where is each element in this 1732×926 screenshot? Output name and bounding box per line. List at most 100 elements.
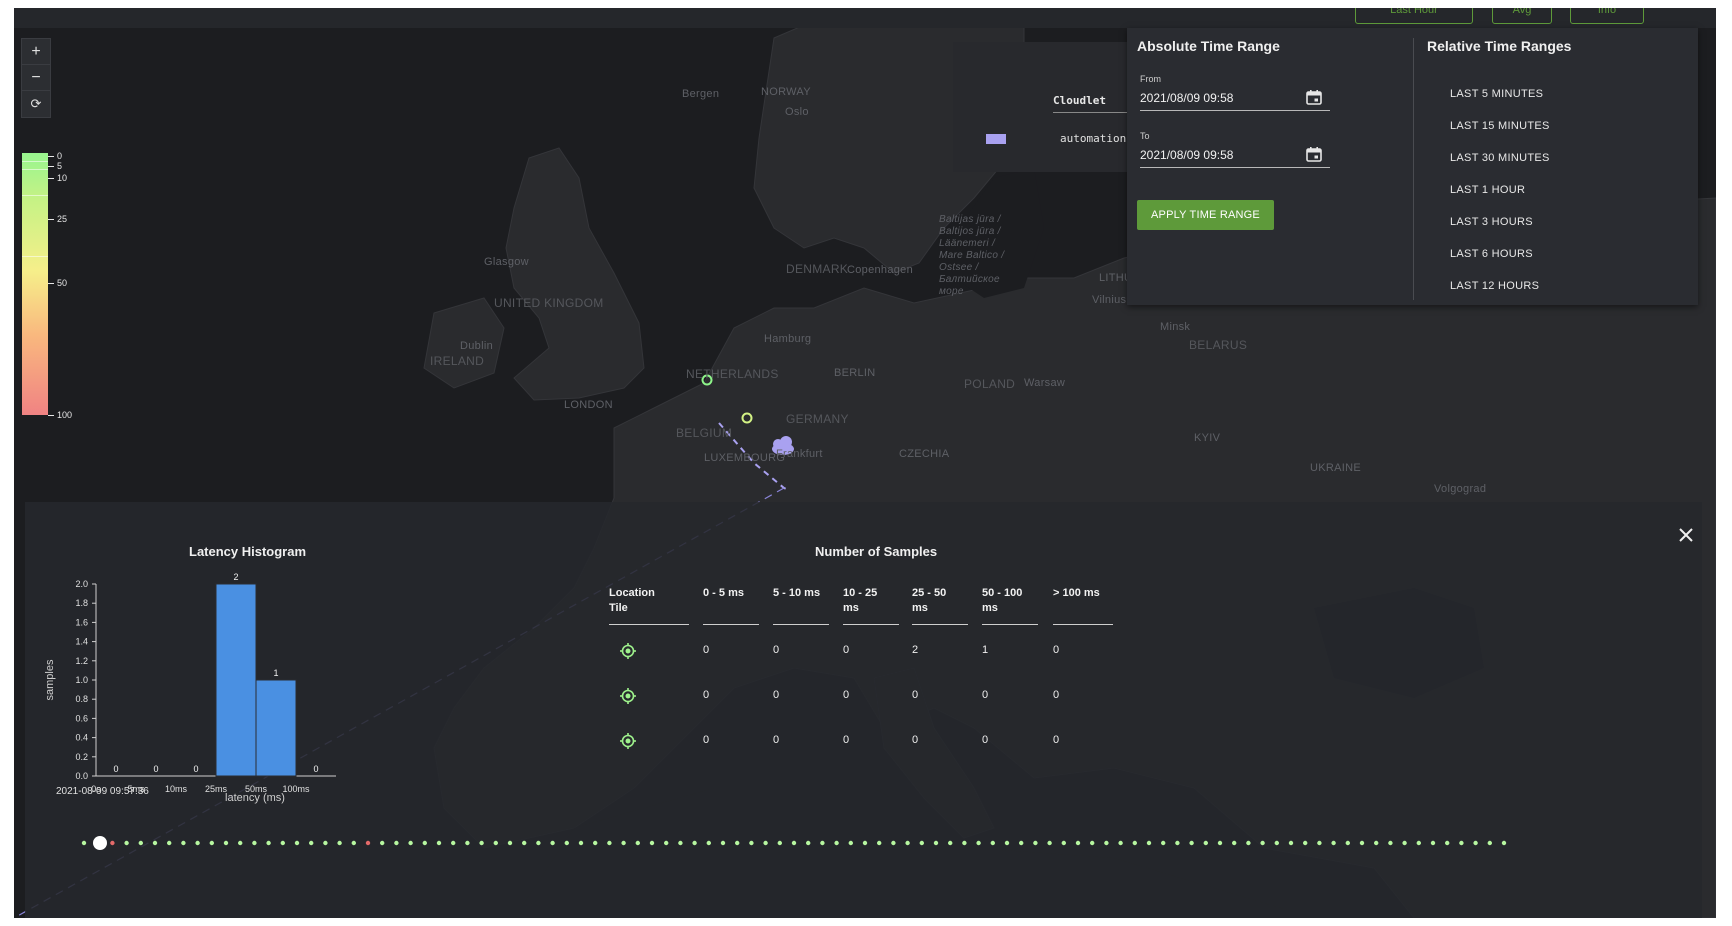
timeline-point[interactable] bbox=[1232, 840, 1237, 846]
timeline-point[interactable] bbox=[266, 840, 271, 846]
timeline-point[interactable] bbox=[1019, 840, 1024, 846]
timeline-point[interactable] bbox=[451, 840, 456, 846]
timeline-point[interactable] bbox=[1473, 840, 1478, 846]
timeline-point[interactable] bbox=[621, 840, 626, 846]
timeline-point[interactable] bbox=[1104, 840, 1109, 846]
zoom-out-button[interactable]: − bbox=[21, 64, 51, 92]
timeline-point[interactable] bbox=[252, 840, 257, 846]
timeline-point[interactable] bbox=[720, 840, 726, 846]
from-date-input[interactable]: 2021/08/09 09:58 bbox=[1140, 86, 1330, 111]
timeline-point[interactable] bbox=[1189, 840, 1194, 846]
close-icon[interactable] bbox=[1677, 526, 1695, 544]
timeline-point[interactable] bbox=[394, 840, 399, 846]
calendar-icon[interactable] bbox=[1306, 147, 1322, 162]
timeline-point[interactable] bbox=[1359, 840, 1365, 846]
timeline-point[interactable] bbox=[1445, 840, 1450, 846]
reset-view-button[interactable]: ⟳ bbox=[21, 90, 51, 118]
timeline-point[interactable] bbox=[337, 840, 342, 846]
relative-last-5-minutes[interactable]: LAST 5 MINUTES bbox=[1450, 88, 1543, 100]
relative-last-1-hour[interactable]: LAST 1 HOUR bbox=[1450, 184, 1525, 196]
relative-last-6-hours[interactable]: LAST 6 HOURS bbox=[1450, 248, 1533, 260]
timeline-point[interactable] bbox=[507, 840, 513, 846]
timeline-point[interactable] bbox=[465, 840, 470, 846]
timeline-point[interactable] bbox=[1246, 840, 1251, 846]
timeline-point[interactable] bbox=[167, 840, 172, 846]
timeline-point[interactable] bbox=[635, 840, 640, 846]
timeline-point[interactable] bbox=[834, 840, 839, 846]
timeline-point[interactable] bbox=[1416, 840, 1422, 846]
timeline-point[interactable] bbox=[110, 840, 115, 846]
timeline-point[interactable] bbox=[1004, 840, 1010, 846]
timeline-point[interactable] bbox=[81, 840, 87, 846]
timeline-point[interactable] bbox=[522, 840, 527, 846]
relative-last-12-hours[interactable]: LAST 12 HOURS bbox=[1450, 280, 1539, 292]
timeline-point[interactable] bbox=[1118, 840, 1123, 846]
timeline-point[interactable] bbox=[294, 840, 300, 846]
timeline[interactable]: 2021-08-09 09:57:36 bbox=[14, 768, 1716, 918]
timeline-point[interactable] bbox=[1075, 840, 1081, 846]
apply-time-range-button[interactable]: APPLY TIME RANGE bbox=[1137, 200, 1274, 230]
location-target-icon[interactable] bbox=[620, 733, 636, 749]
timeline-point[interactable] bbox=[181, 840, 186, 846]
timeline-point[interactable] bbox=[365, 840, 371, 846]
timeline-point[interactable] bbox=[238, 840, 243, 846]
timeline-point[interactable] bbox=[948, 840, 953, 846]
avg-button[interactable]: Avg bbox=[1492, 8, 1552, 24]
timeline-point[interactable] bbox=[820, 840, 825, 846]
timeline-point[interactable] bbox=[138, 840, 143, 846]
location-target-icon[interactable] bbox=[620, 688, 636, 704]
relative-last-15-minutes[interactable]: LAST 15 MINUTES bbox=[1450, 120, 1550, 132]
timeline-point[interactable] bbox=[380, 840, 385, 846]
timeline-point[interactable] bbox=[1047, 840, 1052, 846]
timeline-point[interactable] bbox=[692, 840, 697, 846]
timeline-point[interactable] bbox=[1146, 840, 1152, 846]
timeline-point[interactable] bbox=[280, 840, 285, 846]
timeline-point[interactable] bbox=[564, 840, 569, 846]
timeline-point[interactable] bbox=[678, 840, 683, 846]
timeline-point[interactable] bbox=[1033, 840, 1038, 846]
timeline-point[interactable] bbox=[1090, 840, 1095, 846]
timeline-point[interactable] bbox=[195, 840, 200, 846]
timeline-point[interactable] bbox=[578, 840, 584, 846]
timeline-point[interactable] bbox=[479, 840, 484, 846]
timeline-point[interactable] bbox=[607, 840, 612, 846]
timeline-point[interactable] bbox=[124, 840, 129, 846]
timeline-point[interactable] bbox=[408, 840, 413, 846]
timeline-point[interactable] bbox=[990, 840, 995, 846]
timeline-point[interactable] bbox=[422, 840, 427, 846]
timeline-point[interactable] bbox=[976, 840, 981, 846]
timeline-point[interactable] bbox=[1345, 840, 1351, 846]
timeline-point[interactable] bbox=[749, 840, 754, 846]
timeline-point[interactable] bbox=[351, 840, 356, 846]
timeline-point[interactable] bbox=[1217, 840, 1223, 846]
zoom-in-button[interactable]: + bbox=[21, 38, 51, 66]
timeline-slider-handle[interactable] bbox=[93, 836, 107, 850]
timeline-point[interactable] bbox=[664, 840, 669, 846]
timeline-point[interactable] bbox=[649, 840, 655, 846]
timeline-point[interactable] bbox=[550, 840, 555, 846]
timeline-point[interactable] bbox=[209, 840, 214, 846]
timeline-point[interactable] bbox=[777, 840, 782, 846]
timeline-point[interactable] bbox=[1274, 840, 1280, 846]
location-target-icon[interactable] bbox=[620, 643, 636, 659]
timeline-point[interactable] bbox=[1459, 840, 1464, 846]
calendar-icon[interactable] bbox=[1306, 90, 1322, 105]
timeline-point[interactable] bbox=[1303, 840, 1308, 846]
timeline-point[interactable] bbox=[962, 840, 967, 846]
timeline-point[interactable] bbox=[763, 840, 768, 846]
timeline-point[interactable] bbox=[919, 840, 924, 846]
timeline-point[interactable] bbox=[323, 840, 328, 846]
timeline-track[interactable] bbox=[14, 798, 1716, 878]
timeline-point[interactable] bbox=[1288, 840, 1294, 846]
timeline-point[interactable] bbox=[1161, 840, 1166, 846]
relative-last-30-minutes[interactable]: LAST 30 MINUTES bbox=[1450, 152, 1550, 164]
timeline-point[interactable] bbox=[493, 840, 498, 846]
timeline-point[interactable] bbox=[848, 840, 853, 846]
timeline-point[interactable] bbox=[933, 840, 939, 846]
timeline-point[interactable] bbox=[436, 840, 442, 846]
timeline-point[interactable] bbox=[223, 840, 229, 846]
timeline-point[interactable] bbox=[309, 840, 314, 846]
timeline-point[interactable] bbox=[1260, 840, 1265, 846]
timeline-point[interactable] bbox=[806, 840, 811, 846]
last-hour-button[interactable]: Last Hour bbox=[1355, 8, 1473, 24]
